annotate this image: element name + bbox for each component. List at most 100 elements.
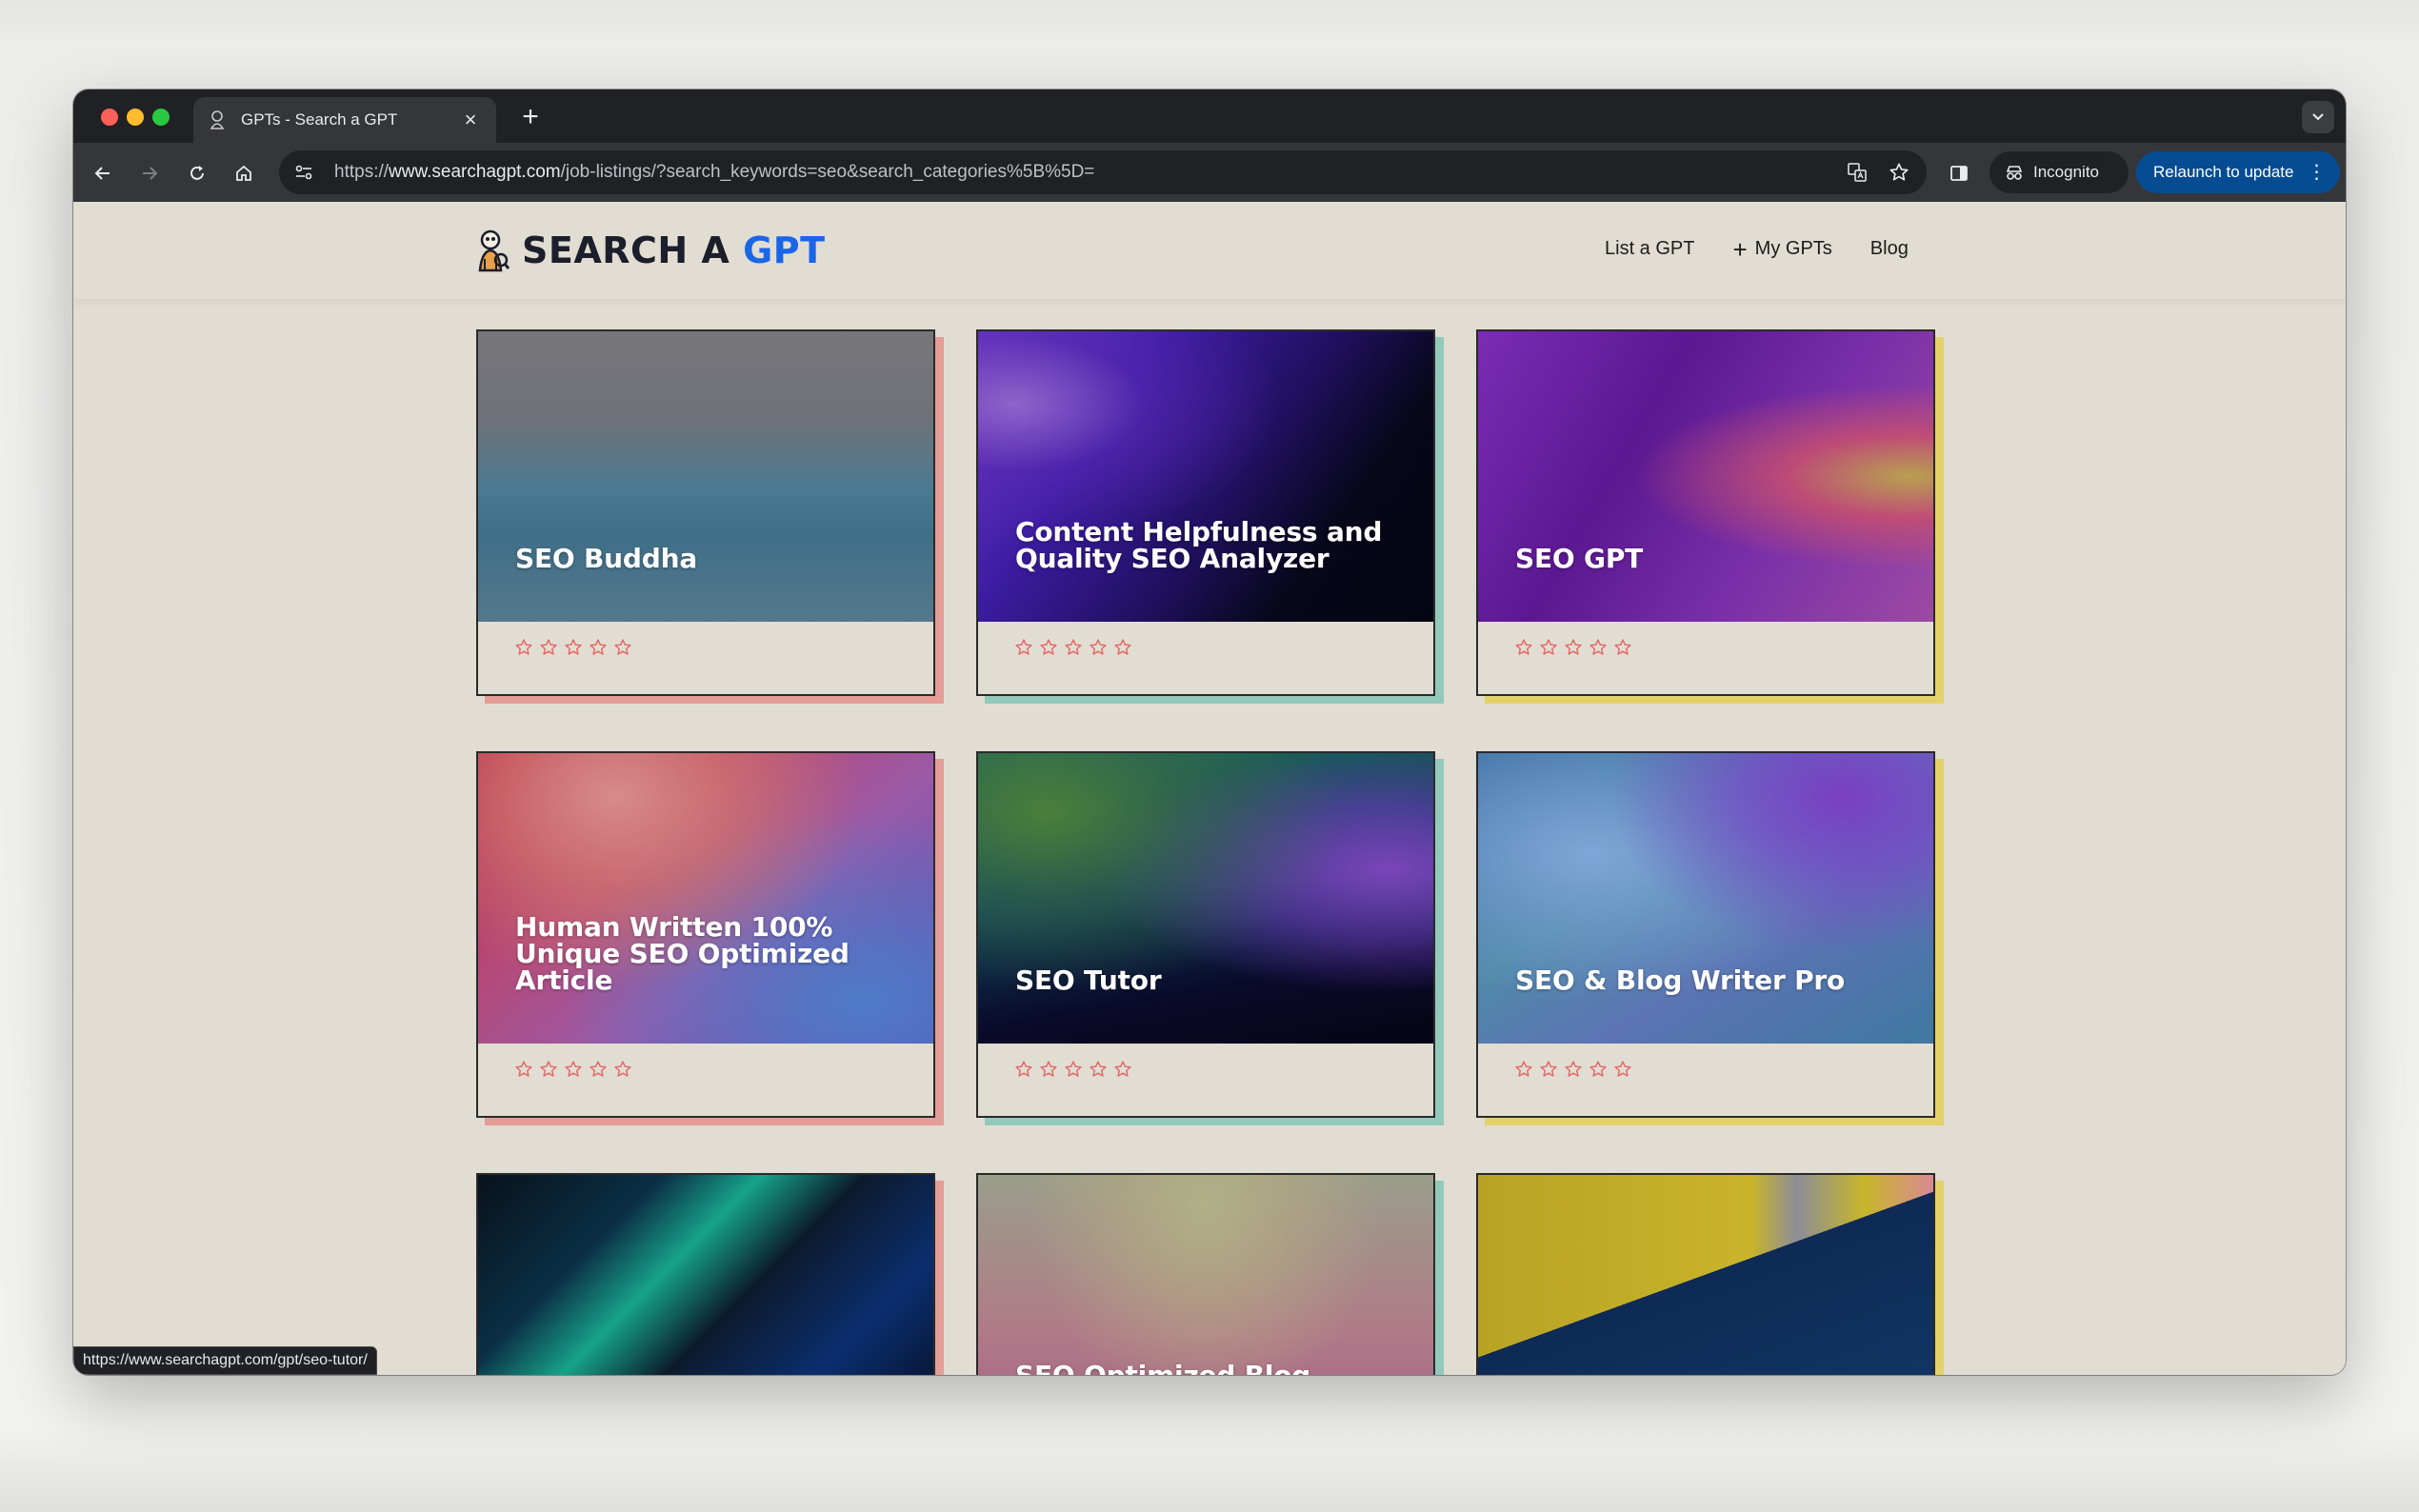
gpt-card[interactable]	[476, 1173, 935, 1375]
browser-window: GPTs - Search a GPT × + https://www.sear…	[73, 90, 2346, 1375]
nav-label: List a GPT	[1605, 238, 1695, 259]
star-icon[interactable]	[1014, 638, 1033, 657]
gpt-card-image: SEO Tutor	[978, 753, 1433, 1044]
gpt-card-title[interactable]: Content Helpfulness and Quality SEO Anal…	[1015, 519, 1405, 572]
gpt-card[interactable]: SEO Tutor	[976, 751, 1435, 1118]
gpt-card[interactable]: SEO GPT	[1476, 329, 1935, 696]
star-rating[interactable]	[1514, 1060, 1632, 1079]
nav-my-gpts[interactable]: + My GPTs	[1732, 234, 1832, 264]
maximize-window-button[interactable]	[152, 109, 170, 126]
more-vertical-icon: ⋮	[2307, 162, 2327, 183]
site-info-icon[interactable]	[287, 155, 321, 189]
star-icon[interactable]	[589, 638, 608, 657]
star-icon[interactable]	[1564, 1060, 1583, 1079]
home-button[interactable]	[228, 157, 260, 189]
gpt-card-image	[478, 1175, 933, 1375]
star-icon[interactable]	[613, 638, 632, 657]
gpt-card-image: Human Written 100% Unique SEO Optimized …	[478, 753, 933, 1044]
active-tab[interactable]: GPTs - Search a GPT ×	[193, 97, 496, 143]
star-icon[interactable]	[1564, 638, 1583, 657]
star-rating[interactable]	[1014, 638, 1132, 657]
gpt-card-image: SEO GPT	[1478, 331, 1933, 622]
browser-toolbar: https://www.searchagpt.com/job-listings/…	[73, 143, 2346, 202]
star-icon[interactable]	[1613, 1060, 1632, 1079]
new-tab-button[interactable]: +	[513, 101, 548, 135]
main-nav: List a GPT + My GPTs Blog	[1605, 234, 1909, 264]
star-icon[interactable]	[1089, 1060, 1108, 1079]
gpt-card[interactable]: SEO & Blog Writer Pro	[1476, 751, 1935, 1118]
star-icon[interactable]	[539, 638, 558, 657]
tab-title: GPTs - Search a GPT	[241, 110, 398, 129]
star-rating[interactable]	[514, 638, 632, 657]
star-icon[interactable]	[613, 1060, 632, 1079]
star-icon[interactable]	[1089, 638, 1108, 657]
gpt-card-title[interactable]: SEO Tutor	[1015, 967, 1405, 994]
minimize-window-button[interactable]	[127, 109, 144, 126]
plus-icon: +	[1732, 234, 1748, 264]
relaunch-label: Relaunch to update	[2153, 163, 2294, 181]
incognito-label: Incognito	[2033, 163, 2099, 181]
gpt-card[interactable]: Content Helpfulness and Quality SEO Anal…	[976, 329, 1435, 696]
nav-label: Blog	[1869, 238, 1909, 259]
star-icon[interactable]	[1514, 1060, 1533, 1079]
star-icon[interactable]	[539, 1060, 558, 1079]
translate-icon[interactable]	[1841, 156, 1873, 189]
star-icon[interactable]	[1589, 638, 1608, 657]
nav-blog[interactable]: Blog	[1870, 238, 1909, 260]
arrow-right-icon	[143, 167, 158, 180]
back-button[interactable]	[87, 157, 119, 189]
tab-search-button[interactable]	[2302, 101, 2334, 133]
star-icon[interactable]	[564, 638, 583, 657]
gpt-card-image: SEO & Blog Writer Pro	[1478, 753, 1933, 1044]
site-header: SEARCH A GPT List a GPT + My GPTs Blog	[73, 202, 2346, 299]
gpt-card[interactable]: SEO Friendly Description	[1476, 1173, 1935, 1375]
arrow-left-icon	[94, 167, 110, 180]
site-favicon-icon	[207, 109, 228, 130]
star-icon[interactable]	[1613, 638, 1632, 657]
side-panel-button[interactable]	[1943, 157, 1975, 189]
star-icon[interactable]	[564, 1060, 583, 1079]
site-logo[interactable]: SEARCH A GPT	[476, 229, 826, 272]
nav-list-a-gpt[interactable]: List a GPT	[1605, 238, 1694, 260]
forward-button[interactable]	[133, 157, 166, 189]
star-icon[interactable]	[1539, 638, 1558, 657]
gpt-card-image: SEO Optimized Blog Writer	[978, 1175, 1433, 1375]
site-logo-text: SEARCH A GPT	[522, 229, 826, 271]
bookmark-star-icon[interactable]	[1883, 156, 1915, 189]
star-icon[interactable]	[1113, 1060, 1132, 1079]
gpt-card-title[interactable]: SEO Optimized Blog Writer	[1015, 1363, 1405, 1376]
reload-button[interactable]	[181, 157, 213, 189]
side-panel-icon	[1950, 166, 1968, 181]
star-icon[interactable]	[1514, 638, 1533, 657]
star-rating[interactable]	[514, 1060, 632, 1079]
tab-close-icon[interactable]: ×	[458, 109, 483, 130]
incognito-indicator[interactable]: Incognito	[1989, 151, 2129, 193]
relaunch-button[interactable]: Relaunch to update ⋮	[2136, 151, 2340, 193]
gpt-card[interactable]: Human Written 100% Unique SEO Optimized …	[476, 751, 935, 1118]
gpt-card[interactable]: SEO Optimized Blog Writer	[976, 1173, 1435, 1375]
nav-label: My GPTs	[1754, 238, 1832, 259]
star-icon[interactable]	[589, 1060, 608, 1079]
star-icon[interactable]	[1064, 1060, 1083, 1079]
star-icon[interactable]	[1039, 1060, 1058, 1079]
star-icon[interactable]	[1039, 638, 1058, 657]
gpt-card-title[interactable]: SEO Buddha	[515, 546, 905, 572]
gpt-card-title[interactable]: SEO & Blog Writer Pro	[1515, 967, 1905, 994]
star-icon[interactable]	[1589, 1060, 1608, 1079]
star-icon[interactable]	[514, 1060, 533, 1079]
address-bar[interactable]: https://www.searchagpt.com/job-listings/…	[279, 150, 1927, 194]
url-text: https://www.searchagpt.com/job-listings/…	[334, 162, 1095, 182]
gpt-card-title[interactable]: SEO GPT	[1515, 546, 1905, 572]
close-window-button[interactable]	[101, 109, 118, 126]
star-icon[interactable]	[1064, 638, 1083, 657]
gpt-card[interactable]: SEO Buddha	[476, 329, 935, 696]
page-content: SEARCH A GPT List a GPT + My GPTs Blog S…	[73, 202, 2346, 1375]
gpt-card-image: SEO Friendly Description	[1478, 1175, 1933, 1375]
gpt-card-title[interactable]: Human Written 100% Unique SEO Optimized …	[515, 914, 905, 994]
star-rating[interactable]	[1514, 638, 1632, 657]
star-icon[interactable]	[1539, 1060, 1558, 1079]
star-rating[interactable]	[1014, 1060, 1132, 1079]
star-icon[interactable]	[1113, 638, 1132, 657]
star-icon[interactable]	[514, 638, 533, 657]
star-icon[interactable]	[1014, 1060, 1033, 1079]
